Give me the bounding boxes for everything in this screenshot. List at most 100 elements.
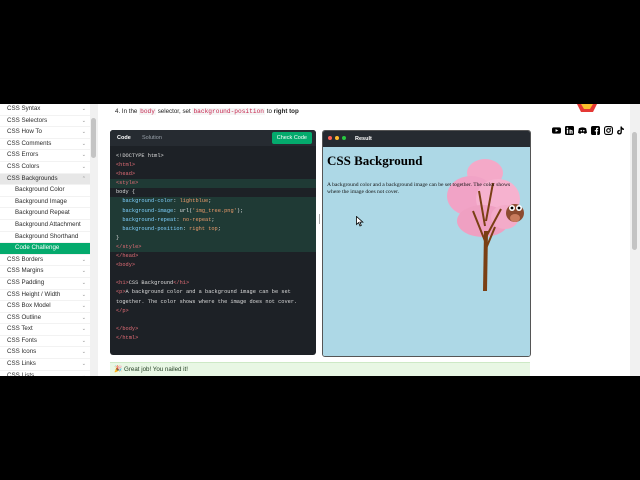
page-scrollbar[interactable] xyxy=(630,104,640,376)
instagram-icon[interactable] xyxy=(604,126,613,135)
chevron-down-icon: ⌄ xyxy=(81,256,86,263)
tiktok-icon[interactable] xyxy=(616,126,625,135)
instruction-selector: body xyxy=(139,108,156,115)
code-line[interactable]: <html> xyxy=(110,161,316,170)
code-editor[interactable]: <!DOCTYPE html> <html> <head> <style> body {… xyxy=(110,152,316,343)
sidebar-item[interactable]: CSS Padding ⌄ xyxy=(0,278,90,290)
sidebar-item[interactable]: CSS Margins ⌄ xyxy=(0,266,90,278)
code-token: right top xyxy=(189,225,218,232)
code-line[interactable]: body { xyxy=(110,188,316,197)
code-token: ; xyxy=(208,198,212,205)
chevron-down-icon: ⌄ xyxy=(81,349,86,356)
panel-resize-handle[interactable] xyxy=(318,214,321,224)
code-line[interactable]: </style> xyxy=(110,242,316,253)
sidebar-item[interactable]: CSS Links ⌄ xyxy=(0,359,90,371)
logo-icon xyxy=(577,104,597,112)
sidebar-item[interactable]: Background Attachment xyxy=(0,220,90,232)
chevron-down-icon: ⌄ xyxy=(81,152,86,159)
sidebar-item-label: CSS Height / Width xyxy=(7,290,61,298)
sidebar-item[interactable]: CSS Backgrounds ⌃ xyxy=(0,173,90,186)
sidebar-item[interactable]: CSS How To ⌄ xyxy=(0,127,90,139)
sidebar-item[interactable]: Background Color xyxy=(0,185,90,197)
sidebar-item[interactable]: CSS Outline ⌄ xyxy=(0,313,90,325)
sidebar-item[interactable]: CSS Selectors ⌄ xyxy=(0,116,90,128)
code-token: <head> xyxy=(116,171,136,178)
result-preview: CSS Background A background color and a … xyxy=(323,147,530,356)
code-line[interactable]: background-color: lightblue; xyxy=(110,197,316,207)
main-content: 4. In the body selector, set background-… xyxy=(108,104,533,376)
sidebar-item-label: Code Challenge xyxy=(15,244,60,252)
chevron-down-icon: ⌄ xyxy=(81,106,86,112)
window-minimize-dot xyxy=(335,136,339,140)
code-line[interactable]: </body> xyxy=(110,325,316,334)
sidebar-item[interactable]: Background Shorthand xyxy=(0,232,90,244)
sidebar-item[interactable]: CSS Text ⌄ xyxy=(0,324,90,336)
code-token: background-repeat xyxy=(116,216,177,223)
success-message: Great job! You nailed it! xyxy=(124,366,188,373)
code-line[interactable]: <style> xyxy=(110,179,316,189)
code-line[interactable]: </html> xyxy=(110,334,316,343)
sidebar-scrollbar-thumb[interactable] xyxy=(91,118,96,158)
code-line[interactable]: <body> xyxy=(110,261,316,270)
sidebar-item[interactable]: Background Image xyxy=(0,197,90,209)
editor-tab-bar: Code Solution Check Code xyxy=(110,130,316,146)
page-scrollbar-thumb[interactable] xyxy=(632,132,637,250)
sidebar-item[interactable]: CSS Borders ⌄ xyxy=(0,255,90,267)
sidebar-item[interactable]: CSS Colors ⌄ xyxy=(0,162,90,174)
sidebar-item[interactable]: CSS Lists ⌄ xyxy=(0,371,90,376)
facebook-icon[interactable] xyxy=(591,126,600,135)
sidebar-item[interactable]: Code Challenge xyxy=(0,243,90,255)
code-token: </h1> xyxy=(173,280,190,287)
chevron-down-icon: ⌄ xyxy=(81,303,86,310)
party-icon: 🎉 xyxy=(114,366,123,373)
code-line[interactable]: <!DOCTYPE html> xyxy=(110,152,316,161)
sidebar-item-label: CSS Colors xyxy=(7,162,40,170)
sidebar-item[interactable]: CSS Fonts ⌄ xyxy=(0,336,90,348)
sidebar-item[interactable]: CSS Box Model ⌄ xyxy=(0,301,90,313)
code-line[interactable]: <head> xyxy=(110,170,316,179)
chevron-down-icon: ⌄ xyxy=(81,314,86,321)
code-token: <h1> xyxy=(116,280,129,287)
sidebar-item-label: CSS Borders xyxy=(7,255,44,263)
code-token: background-image xyxy=(116,207,174,214)
result-label: Result xyxy=(355,136,372,142)
sidebar-item[interactable]: CSS Icons ⌄ xyxy=(0,347,90,360)
page-viewport: CSS Syntax ⌄ CSS Selectors ⌄ CSS How To ⌄ CSS … xyxy=(0,104,640,376)
code-line[interactable]: background-position: right top; xyxy=(110,224,316,234)
sidebar-item-label: CSS Errors xyxy=(7,151,39,159)
code-line[interactable]: background-repeat: no-repeat; xyxy=(110,215,316,225)
code-line[interactable]: </p> xyxy=(110,307,316,316)
tab-solution[interactable]: Solution xyxy=(142,130,162,146)
code-line[interactable]: } xyxy=(110,233,316,243)
sidebar-scrollbar[interactable] xyxy=(90,104,98,376)
code-line[interactable] xyxy=(110,316,316,325)
sidebar-item-label: CSS Backgrounds xyxy=(7,174,58,182)
code-line[interactable]: together. The color shows where the imag… xyxy=(110,298,316,307)
sidebar-item-label: CSS Selectors xyxy=(7,116,48,124)
instruction-middle: selector, set xyxy=(157,108,191,115)
linkedin-icon[interactable] xyxy=(565,126,574,135)
sidebar-item[interactable]: CSS Errors ⌄ xyxy=(0,150,90,162)
sidebar-item-label: Background Shorthand xyxy=(15,232,79,240)
code-line[interactable] xyxy=(110,270,316,279)
code-token: </head> xyxy=(116,253,139,260)
code-line[interactable]: </head> xyxy=(110,252,316,261)
code-line[interactable]: background-image: url('img_tree.png'); xyxy=(110,206,316,216)
check-code-button[interactable]: Check Code xyxy=(271,132,312,144)
code-token: } xyxy=(116,234,120,241)
tab-code[interactable]: Code xyxy=(117,130,131,146)
code-line[interactable]: <h1>CSS Background</h1> xyxy=(110,279,316,288)
discord-icon[interactable] xyxy=(578,126,587,135)
sidebar-item[interactable]: CSS Comments ⌄ xyxy=(0,139,90,151)
chevron-down-icon: ⌄ xyxy=(81,117,86,124)
code-token: </html> xyxy=(116,334,139,341)
sidebar-item[interactable]: CSS Height / Width ⌄ xyxy=(0,290,90,302)
youtube-icon[interactable] xyxy=(552,126,561,135)
sidebar-item-label: CSS Outline xyxy=(7,313,42,321)
sidebar-nav: CSS Syntax ⌄ CSS Selectors ⌄ CSS How To ⌄ CSS … xyxy=(0,104,91,376)
success-banner: 🎉 Great job! You nailed it! xyxy=(110,362,530,376)
sidebar-item[interactable]: Background Repeat xyxy=(0,208,90,220)
challenge-instruction: 4. In the body selector, set background-… xyxy=(115,108,299,115)
code-line[interactable]: <p>A background color and a background i… xyxy=(110,288,316,297)
sidebar-item[interactable]: CSS Syntax ⌄ xyxy=(0,104,90,116)
